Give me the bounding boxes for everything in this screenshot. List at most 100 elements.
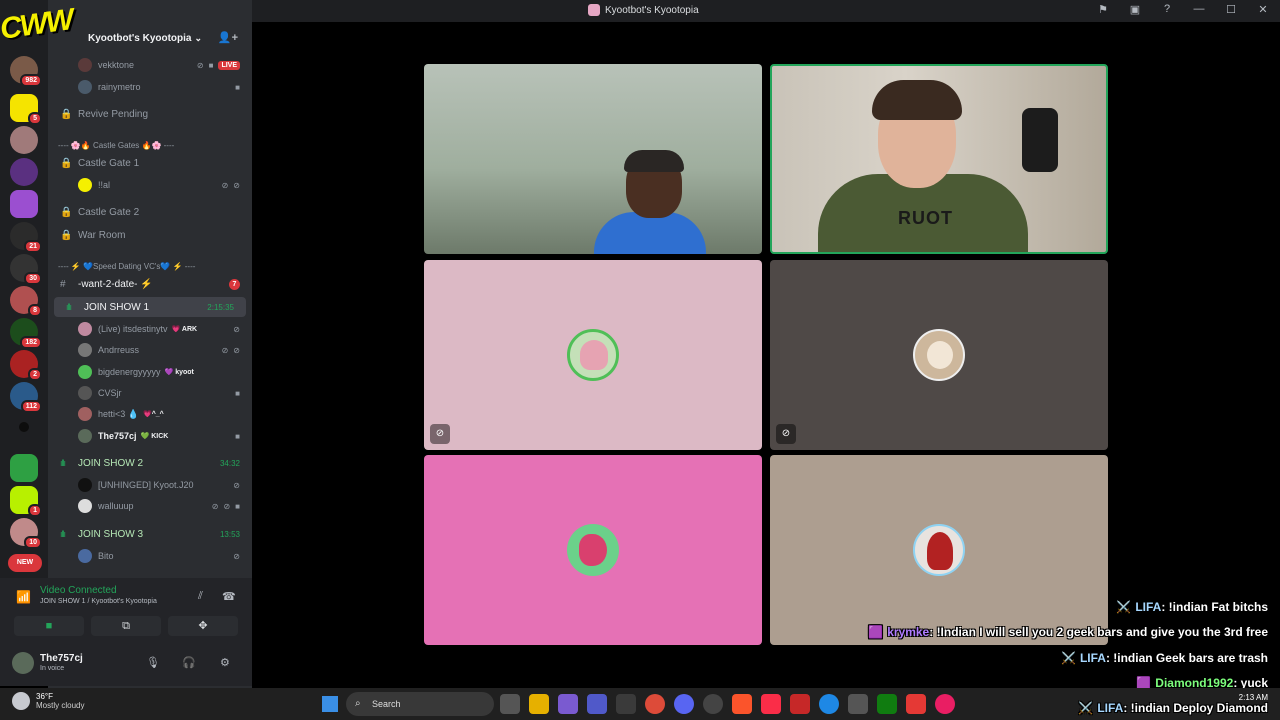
server-icon[interactable] xyxy=(10,190,38,218)
app-icon[interactable] xyxy=(848,694,868,714)
user-name[interactable]: The757cj xyxy=(40,653,83,664)
video-tile-speaking[interactable]: RUOT xyxy=(770,64,1108,254)
weather-widget[interactable]: 36°F Mostly cloudy xyxy=(12,692,84,710)
chat-badge: 🟪 xyxy=(868,625,884,639)
user-panel: The757cj In voice 🎙 🎧 ⚙ xyxy=(0,642,252,686)
chrome-icon[interactable] xyxy=(645,694,665,714)
voice-location[interactable]: JOIN SHOW 1 / Kyootbot's Kyootopia xyxy=(40,598,157,605)
lock-icon: 🔒 xyxy=(60,206,73,218)
noise-suppression-icon[interactable]: ⫽ xyxy=(198,590,203,603)
windows-start-icon[interactable] xyxy=(322,696,338,712)
server-icon[interactable] xyxy=(19,422,29,432)
server-icon[interactable]: 30 xyxy=(10,254,42,285)
avatar xyxy=(913,329,965,381)
inbox-icon[interactable]: ⚑ xyxy=(1096,3,1110,16)
signal-icon[interactable]: 📶 xyxy=(16,590,31,604)
app-icon[interactable] xyxy=(703,694,723,714)
voice-user[interactable]: walluuup ⊘ ⊘ ■ xyxy=(48,497,252,515)
channel-join-show-2[interactable]: ıllı JOIN SHOW 2 34:32 xyxy=(48,453,252,473)
disconnect-icon[interactable]: ☎ xyxy=(222,590,236,603)
task-view-icon[interactable] xyxy=(500,694,520,714)
channel-name: -want-2-date- ⚡ xyxy=(78,278,153,290)
mute-icon: ⊘ xyxy=(233,324,240,334)
server-icon[interactable]: 182 xyxy=(10,318,42,349)
close-icon[interactable]: ✕ xyxy=(1256,3,1270,16)
chat-message: ⚔️ LIFA: !indian Fat bitchs xyxy=(1116,600,1268,614)
avatar xyxy=(78,365,92,379)
chat-user: LIFA xyxy=(1097,701,1124,715)
voice-user[interactable]: hetti<3 💧 💗^_^ xyxy=(48,405,252,423)
voice-user[interactable]: Bito ⊘ xyxy=(48,547,252,565)
server-icon[interactable]: 112 xyxy=(10,382,42,413)
server-icon[interactable]: 982 xyxy=(10,56,42,87)
avatar[interactable] xyxy=(12,652,34,674)
microphone-icon[interactable]: 🎙 xyxy=(146,656,160,669)
video-tile[interactable] xyxy=(770,455,1108,645)
file-explorer-icon[interactable] xyxy=(529,694,549,714)
server-icon[interactable] xyxy=(10,158,38,186)
voice-user[interactable]: bigdenergyyyyy 💜 kyoot xyxy=(48,363,252,381)
user-tag: 💜 kyoot xyxy=(164,369,194,376)
voice-user[interactable]: [UNHINGED] Kyoot.J20 ⊘ xyxy=(48,476,252,494)
server-icon[interactable]: 5 xyxy=(10,94,42,125)
taskbar-search[interactable]: ⌕ Search xyxy=(346,692,494,716)
channel-timer: 34:32 xyxy=(219,458,240,468)
channel-castle-2[interactable]: 🔒 Castle Gate 2 xyxy=(48,202,252,222)
voice-user[interactable]: !!al ⊘ ⊘ xyxy=(48,176,252,194)
app-icon[interactable] xyxy=(935,694,955,714)
video-tile[interactable] xyxy=(424,455,762,645)
server-icon[interactable]: 8 xyxy=(10,286,42,317)
voice-user[interactable]: Andrreuss ⊘ ⊘ xyxy=(48,341,252,359)
new-badge[interactable]: NEW xyxy=(8,554,42,572)
copilot-icon[interactable] xyxy=(558,694,578,714)
server-icon[interactable]: 10 xyxy=(10,518,42,549)
music-icon[interactable] xyxy=(761,694,781,714)
channel-join-show-1[interactable]: ıllı JOIN SHOW 1 2:15:35 xyxy=(54,297,246,317)
video-tile[interactable]: ⊘ xyxy=(424,260,762,450)
server-icon[interactable]: 21 xyxy=(10,222,42,253)
server-icon[interactable] xyxy=(10,126,38,154)
store-icon[interactable] xyxy=(616,694,636,714)
app-icon[interactable] xyxy=(906,694,926,714)
category-speed-dating[interactable]: ---- ⚡ 💙Speed Dating VC's💙 ⚡ ---- xyxy=(48,259,252,273)
voice-user[interactable]: CVSjr ■ xyxy=(48,384,252,402)
category-castle[interactable]: ---- 🌸🔥 Castle Gates 🔥🌸 ---- xyxy=(48,138,252,152)
screen-share-button[interactable]: ⧉ xyxy=(91,616,161,636)
app-icon[interactable] xyxy=(819,694,839,714)
avatar xyxy=(567,524,619,576)
discord-icon[interactable] xyxy=(674,694,694,714)
video-tile[interactable] xyxy=(424,64,762,254)
voice-user[interactable]: (Live) itsdestinytv 💗 ARK ⊘ xyxy=(48,320,252,338)
mute-icon: ⊘ xyxy=(233,480,240,490)
voice-user[interactable]: rainymetro ■ xyxy=(48,78,252,96)
add-user-icon[interactable]: 👤+ xyxy=(218,25,238,51)
stream-icon[interactable]: ▣ xyxy=(1128,3,1142,16)
channel-want-2-date[interactable]: # -want-2-date- ⚡ 7 xyxy=(48,274,252,294)
xbox-icon[interactable] xyxy=(877,694,897,714)
settings-gear-icon[interactable]: ⚙ xyxy=(220,656,230,669)
camera-button[interactable]: ■ xyxy=(14,616,84,636)
teams-icon[interactable] xyxy=(587,694,607,714)
help-icon[interactable]: ? xyxy=(1160,3,1174,16)
kick-server-icon[interactable] xyxy=(10,454,38,482)
mute-icon: ⊘ xyxy=(430,424,450,444)
camera-icon: ■ xyxy=(235,431,240,441)
app-icon[interactable] xyxy=(790,694,810,714)
brave-icon[interactable] xyxy=(732,694,752,714)
channel-castle-1[interactable]: 🔒 Castle Gate 1 xyxy=(48,153,252,173)
video-tile[interactable]: ⊘ xyxy=(770,260,1108,450)
channel-join-show-3[interactable]: ıllı JOIN SHOW 3 13:53 xyxy=(48,524,252,544)
channel-revive[interactable]: 🔒 Revive Pending xyxy=(48,104,252,124)
maximize-icon[interactable]: ☐ xyxy=(1224,3,1238,16)
voice-status[interactable]: Video Connected xyxy=(40,585,117,596)
voice-user[interactable]: The757cj 💚 KICK ■ xyxy=(48,427,252,445)
chat-text: : !indian Geek bars are trash xyxy=(1105,651,1268,665)
minimize-icon[interactable]: — xyxy=(1192,3,1206,16)
channel-war-room[interactable]: 🔒 War Room xyxy=(48,225,252,245)
server-icon[interactable]: 2 xyxy=(10,350,42,381)
server-header[interactable]: Kyootbot's Kyootopia ⌄ 👤+ xyxy=(48,25,252,51)
headphones-icon[interactable]: 🎧 xyxy=(182,656,196,669)
voice-user[interactable]: vekktone ⊘ ■ LIVE xyxy=(48,56,252,74)
server-icon[interactable]: 1 xyxy=(10,486,42,517)
activities-button[interactable]: ✥ xyxy=(168,616,238,636)
